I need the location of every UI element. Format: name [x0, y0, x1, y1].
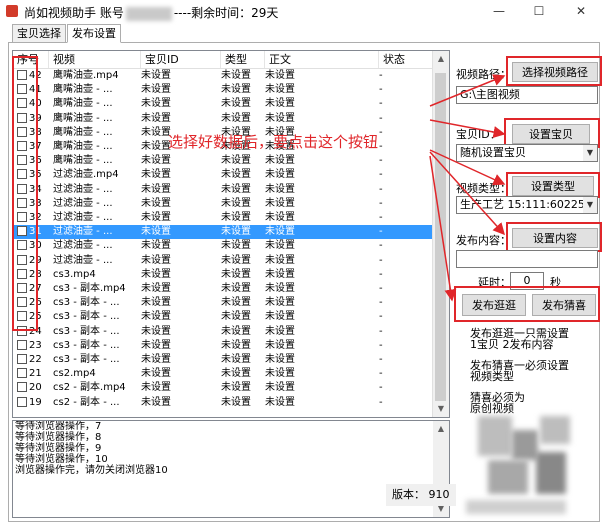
arrow-to-set-baobei	[429, 119, 506, 138]
arrow-to-set-content	[429, 151, 506, 236]
arrow-to-publish	[429, 155, 457, 302]
tab-publish-settings[interactable]: 发布设置	[67, 24, 121, 43]
arrow-to-choose-path	[429, 74, 506, 107]
annotation-arrows	[429, 74, 506, 302]
arrow-to-set-type	[429, 149, 506, 186]
